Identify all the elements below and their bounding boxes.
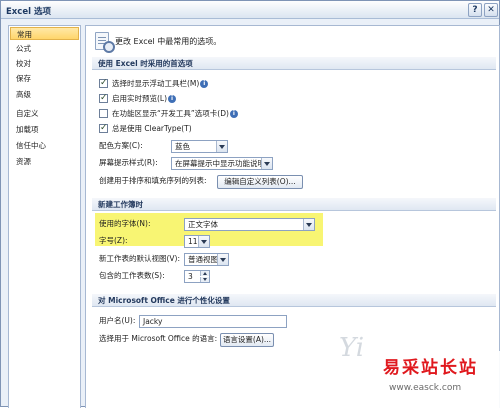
font-size-select[interactable]: 11 — [184, 235, 210, 248]
live-preview-checkbox[interactable] — [99, 92, 108, 104]
live-preview-label: 启用实时预览(L) — [112, 94, 168, 103]
font-select[interactable]: 正文字体 — [184, 218, 315, 231]
sheet-count-spinner[interactable]: 3 — [184, 270, 210, 283]
section-preferences-title: 使用 Excel 时采用的首选项 — [92, 57, 496, 70]
sheet-count-value: 3 — [188, 272, 193, 281]
info-icon: i — [200, 80, 209, 88]
font-size-value: 11 — [188, 237, 198, 246]
username-label: 用户名(U): — [99, 316, 136, 325]
sidebar-item-addins[interactable]: 加载项 — [10, 123, 79, 136]
screentip-label: 屏幕提示样式(R): — [99, 158, 158, 167]
developer-tab-label: 在功能区显示“开发工具”选项卡(D) — [112, 109, 229, 118]
username-input[interactable]: Jacky — [139, 315, 287, 328]
screentip-value: 在屏幕提示中显示功能说明 — [175, 159, 265, 168]
default-view-label: 新工作表的默认视图(V): — [99, 254, 181, 263]
cleartype-label: 总是使用 ClearType(T) — [112, 124, 192, 133]
sidebar-item-trust-center[interactable]: 信任中心 — [10, 139, 79, 152]
default-view-value: 普通视图 — [188, 255, 218, 264]
site-name: 易采站长站 — [383, 358, 478, 378]
default-view-select[interactable]: 普通视图 — [184, 253, 229, 266]
font-label: 使用的字体(N): — [99, 219, 151, 228]
color-scheme-select[interactable]: 蓝色 — [171, 140, 228, 153]
color-scheme-label: 配色方案(C): — [99, 141, 143, 150]
sidebar-item-advanced[interactable]: 高级 — [10, 88, 79, 101]
chevron-down-icon[interactable] — [198, 236, 209, 247]
font-value: 正文字体 — [188, 220, 218, 229]
help-button[interactable]: ? — [468, 3, 482, 17]
sidebar-item-formulas[interactable]: 公式 — [10, 42, 79, 55]
options-gear-doc-icon — [95, 32, 115, 53]
spin-up-icon[interactable] — [200, 271, 209, 276]
cleartype-checkbox[interactable] — [99, 122, 108, 134]
info-icon: i — [229, 110, 238, 118]
screentip-select[interactable]: 在屏幕提示中显示功能说明 — [171, 157, 273, 170]
color-scheme-value: 蓝色 — [175, 142, 190, 151]
chevron-down-icon[interactable] — [216, 141, 227, 152]
sidebar-item-resources[interactable]: 资源 — [10, 155, 79, 168]
sidebar-item-proofing[interactable]: 校对 — [10, 57, 79, 70]
chevron-down-icon[interactable] — [217, 254, 228, 265]
dialog-title: Excel 选项 — [6, 7, 51, 17]
title-bar: Excel 选项 ? ✕ — [1, 1, 499, 19]
close-button[interactable]: ✕ — [484, 3, 498, 17]
custom-list-label: 创建用于排序和填充序列的列表: — [99, 176, 207, 185]
spin-down-icon[interactable] — [200, 277, 209, 282]
site-url: www.easck.com — [389, 383, 462, 393]
site-watermark: 易采站长站 www.easck.com — [379, 351, 500, 408]
info-icon: i — [168, 95, 177, 103]
chevron-down-icon[interactable] — [303, 219, 314, 230]
chevron-down-icon[interactable] — [261, 158, 272, 169]
mini-toolbar-label: 选择时显示浮动工具栏(M) — [112, 79, 200, 88]
language-label: 选择用于 Microsoft Office 的语言: — [99, 334, 218, 343]
section-personalize-title: 对 Microsoft Office 进行个性化设置 — [92, 294, 496, 307]
font-size-label: 字号(Z): — [99, 236, 128, 245]
sheet-count-label: 包含的工作表数(S): — [99, 271, 165, 280]
section-new-workbook-title: 新建工作簿时 — [92, 198, 496, 211]
sidebar-item-popular[interactable]: 常用 — [10, 27, 79, 40]
sidebar-item-customize[interactable]: 自定义 — [10, 107, 79, 120]
developer-tab-checkbox[interactable] — [99, 109, 108, 118]
edit-custom-lists-button[interactable]: 编辑自定义列表(O)... — [217, 175, 303, 189]
sidebar: 常用 公式 校对 保存 高级 自定义 加载项 信任中心 资源 — [8, 25, 81, 408]
watermark-logo: Yi — [339, 333, 365, 363]
header-text: 更改 Excel 中最常用的选项。 — [115, 37, 222, 46]
mini-toolbar-checkbox[interactable] — [99, 77, 108, 89]
sidebar-item-save[interactable]: 保存 — [10, 72, 79, 85]
excel-options-dialog: Excel 选项 ? ✕ 常用 公式 校对 保存 高级 自定义 加载项 信任中心… — [0, 0, 500, 408]
language-settings-button[interactable]: 语言设置(A)... — [220, 333, 274, 347]
